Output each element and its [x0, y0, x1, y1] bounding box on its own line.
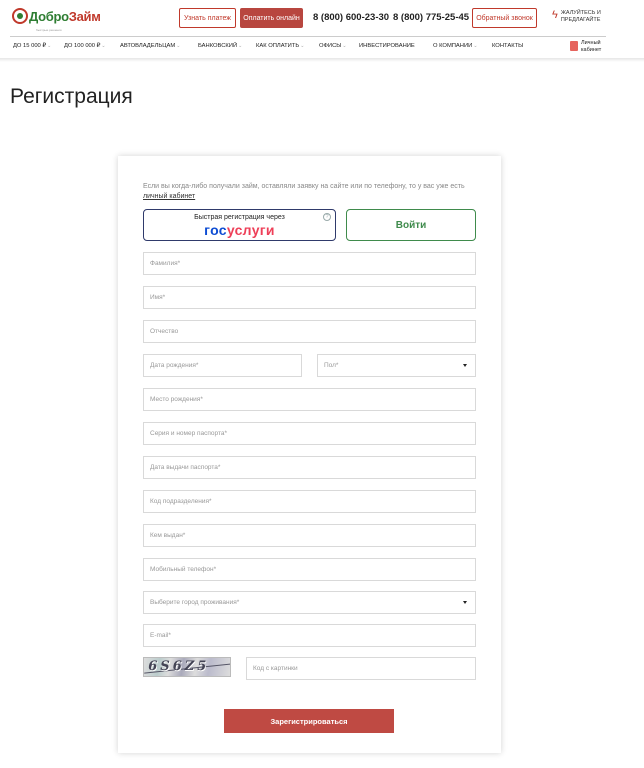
phone-icon — [570, 41, 578, 51]
captcha-image-text: 6S6Z5 — [146, 659, 211, 674]
personal-cabinet-link-inline[interactable]: личный кабинет — [143, 193, 195, 200]
lightning-icon: ϟ — [552, 9, 558, 21]
cabinet-label-2: кабинет — [581, 46, 602, 53]
page-title: Регистрация — [10, 85, 133, 108]
nav-item-banking[interactable]: Банковский⌄ — [198, 43, 242, 49]
help-icon[interactable]: ? — [323, 213, 331, 221]
division-code-field[interactable] — [143, 490, 476, 513]
complain-label: Жалуйтесь и предлагайте — [560, 10, 601, 23]
logo-tagline: быстрые решения — [36, 28, 62, 32]
name-field[interactable] — [143, 286, 476, 309]
issued-by-field[interactable] — [143, 524, 476, 547]
captcha-image: 6S6Z5 — [143, 657, 231, 677]
register-button[interactable]: Зарегистрироваться — [224, 709, 394, 733]
chevron-down-icon: ⌄ — [238, 43, 243, 49]
cabinet-label-1: Личный — [581, 40, 601, 46]
city-placeholder: Выберите город проживания* — [150, 599, 240, 606]
gosuslugi-logo: госуслуги — [204, 222, 275, 238]
nav-item-investment[interactable]: Инвестирование — [359, 43, 415, 49]
gosuslugi-caption: Быстрая регистрация через — [194, 214, 285, 221]
check-payment-button[interactable]: Узнать платеж — [179, 8, 236, 28]
patronymic-field[interactable] — [143, 320, 476, 343]
site-logo[interactable]: ДоброЗайм быстрые решения — [12, 8, 101, 32]
main-nav: до 15 000 ₽⌄ до 100 000 ₽⌄ Автовладельца… — [0, 40, 644, 56]
nav-item-about[interactable]: О компании⌄ — [433, 43, 478, 49]
nav-item-100000[interactable]: до 100 000 ₽⌄ — [64, 43, 106, 49]
header-shadow — [0, 58, 644, 62]
complain-link[interactable]: ϟ Жалуйтесь и предлагайте — [552, 10, 621, 24]
site-header: ДоброЗайм быстрые решения Узнать платеж … — [0, 0, 644, 36]
city-select[interactable]: Выберите город проживания* — [143, 591, 476, 614]
captcha-code-field[interactable] — [246, 657, 476, 680]
chevron-down-icon: ⌄ — [101, 43, 106, 49]
pay-online-button[interactable]: Оплатить онлайн — [240, 8, 303, 28]
logo-text: ДоброЗайм — [29, 8, 101, 24]
email-field[interactable] — [143, 624, 476, 647]
birth-date-field[interactable] — [143, 354, 302, 377]
nav-item-15000[interactable]: до 15 000 ₽⌄ — [13, 43, 51, 49]
personal-cabinet-link[interactable]: Личный кабинет — [570, 40, 601, 53]
passport-issue-date-field[interactable] — [143, 456, 476, 479]
dropdown-arrow-icon — [463, 364, 467, 367]
callback-button[interactable]: Обратный звонок — [472, 8, 537, 28]
nav-item-offices[interactable]: Офисы⌄ — [319, 43, 347, 49]
login-button[interactable]: Войти — [346, 209, 476, 241]
gender-select[interactable]: Пол* — [317, 354, 476, 377]
nav-item-contacts[interactable]: Контакты — [492, 43, 523, 49]
chevron-down-icon: ⌄ — [300, 43, 305, 49]
chevron-down-icon: ⌄ — [47, 43, 52, 49]
nav-item-car-owners[interactable]: Автовладельцам⌄ — [120, 43, 180, 49]
intro-text: Если вы когда-либо получали займ, оставл… — [143, 183, 465, 200]
phone-number-2[interactable]: 8 (800) 775-25-45 — [393, 12, 469, 23]
nav-item-how-to-pay[interactable]: Как оплатить⌄ — [256, 43, 304, 49]
gosuslugi-button[interactable]: Быстрая регистрация через госуслуги ? — [143, 209, 336, 241]
surname-field[interactable] — [143, 252, 476, 275]
gender-placeholder: Пол* — [324, 362, 339, 369]
chevron-down-icon: ⌄ — [473, 43, 478, 49]
mobile-phone-field[interactable] — [143, 558, 476, 581]
birth-place-field[interactable] — [143, 388, 476, 411]
chevron-down-icon: ⌄ — [176, 43, 181, 49]
dropdown-arrow-icon — [463, 601, 467, 604]
passport-number-field[interactable] — [143, 422, 476, 445]
chevron-down-icon: ⌄ — [342, 43, 347, 49]
phone-number-1[interactable]: 8 (800) 600-23-30 — [313, 12, 389, 23]
logo-icon — [12, 8, 28, 24]
header-divider — [10, 36, 606, 37]
